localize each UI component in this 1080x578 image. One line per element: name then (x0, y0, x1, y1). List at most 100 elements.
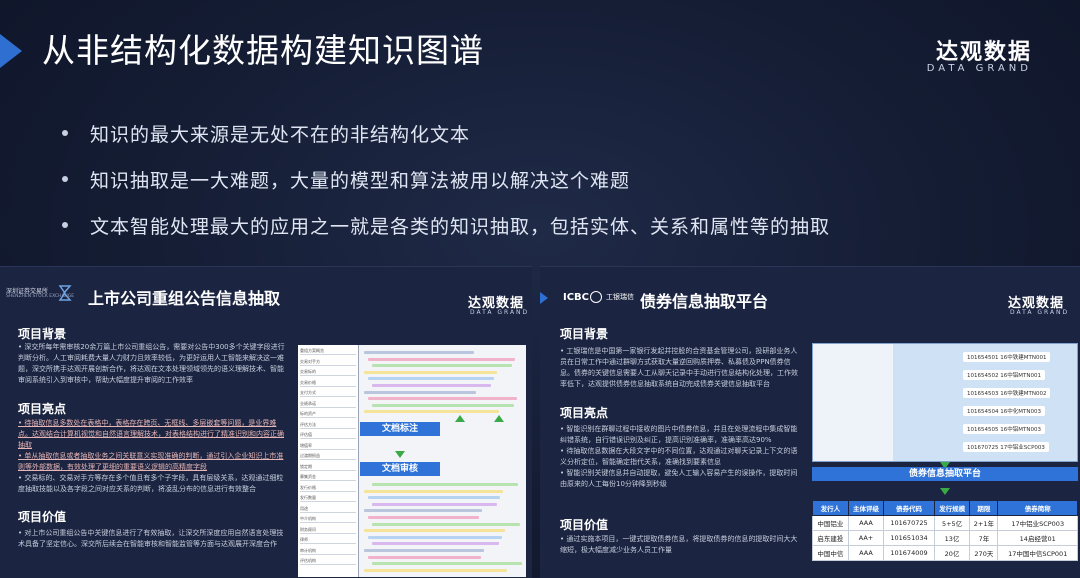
arrow-up-icon (494, 415, 504, 422)
szse-logo: 深圳证券交易所 SHENZHEN STOCK EXCHANGE (6, 286, 74, 308)
panel-brand-en: DATA GRAND (1010, 309, 1070, 316)
bullet-text: 知识抽取是一大难题，大量的模型和算法被用以解决这个难题 (90, 169, 631, 192)
table-cell: 中国铝业 (812, 515, 849, 531)
field-cell: 交易价格 (300, 380, 356, 387)
icbc-emblem-icon (590, 291, 602, 303)
bullet-item: 文本智能处理最大的应用之一就是各类的知识抽取，包括实体、关系和属性等的抽取 (62, 202, 1042, 248)
table-cell: AAA (847, 515, 885, 531)
field-cell: 募集资金 (300, 474, 356, 481)
section-title: 项目价值 (560, 518, 609, 532)
table-cell: 101651034 (883, 530, 935, 546)
chat-sidebar (813, 344, 893, 461)
section-title: 项目背景 (560, 327, 609, 341)
field-cell: 发行数量 (300, 495, 356, 502)
table-cell: 20亿 (933, 545, 971, 561)
field-cell: 锁定期 (300, 464, 356, 471)
doc-text-line (372, 562, 522, 566)
doc-text-line (368, 535, 502, 539)
platform-label: 债券信息抽取平台 (812, 467, 1078, 481)
doc-text-line (372, 522, 520, 526)
section-text: • 工银瑞信是中国第一家银行发起并控股的合资基金管理公司，投研部业务人员在日常工… (560, 347, 798, 388)
icbc-logo-cn: 工银瑞信 (606, 293, 634, 301)
section-title: 项目亮点 (560, 406, 609, 420)
doc-text-line (368, 377, 494, 381)
doc-review-label: 文档审核 (360, 462, 440, 476)
table-header-row: 发行人 主体评级 债券代码 发行规模 期限 债券简称 (812, 500, 1078, 516)
table-cell: 101674009 (883, 545, 935, 561)
doc-text-line (372, 384, 491, 387)
doc-text-line (364, 568, 507, 572)
column-header: 发行规模 (933, 500, 971, 516)
section-list: • 待抽取信息多数处在表格中，表格存在跨页、无框线、多层嵌套等问题，是业界难点。… (18, 419, 284, 493)
field-cell: 发行价格 (300, 485, 356, 492)
bullet-item: 知识的最大来源是无处不在的非结构化文本 (62, 110, 1042, 156)
section-title: 项目亮点 (18, 402, 67, 416)
doc-text-line (364, 489, 503, 493)
bond-info-table: 发行人 主体评级 债券代码 发行规模 期限 债券简称 中国铝业 AAA 1016… (812, 500, 1078, 561)
doc-text-line (364, 351, 474, 354)
brand-logo-en: DATA GRAND (926, 63, 1032, 74)
table-cell: 13亿 (933, 530, 971, 546)
table-cell: 7年 (969, 530, 999, 546)
chat-message: 101654502 16中铝MTN001 (963, 370, 1045, 380)
field-cell: 支付方式 (300, 390, 356, 397)
doc-text-line (364, 390, 476, 394)
arrow-down-icon (940, 488, 950, 495)
icbc-logo: ICBC (563, 292, 590, 303)
field-cell: 评估值 (300, 432, 356, 439)
chat-message: 101654503 16中铁建MTN002 (963, 388, 1051, 398)
panel-accent-triangle (540, 292, 548, 304)
field-cell: 交易对手方 (300, 359, 356, 366)
chat-message: 101654504 16中化MTN003 (963, 406, 1045, 416)
brand-logo-cn: 达观数据 (935, 40, 1032, 65)
field-cell: 标的资产 (300, 411, 356, 418)
arrow-up-icon (455, 415, 465, 422)
case-title-icbc: 债券信息抽取平台 (640, 292, 769, 311)
column-header: 债券简称 (997, 500, 1078, 516)
field-cell: 中介机构 (300, 516, 356, 523)
doc-text-line (364, 410, 499, 414)
bullet-text: 文本智能处理最大的应用之一就是各类的知识抽取，包括实体、关系和属性等的抽取 (90, 215, 831, 238)
table-cell: 5+5亿 (933, 515, 971, 531)
doc-text-line (364, 509, 482, 513)
doc-text-line (372, 542, 499, 546)
column-header: 债券代码 (883, 500, 935, 516)
table-cell: 17中铝业SCP003 (997, 515, 1078, 531)
bullet-dot-icon (62, 176, 68, 182)
column-header: 发行人 (812, 500, 849, 516)
section-text: • 深交所每年需审核20余万篇上市公司重组公告，需要对公告中300多个关键字段进… (18, 343, 285, 384)
case-title-szse: 上市公司重组公告信息抽取 (88, 289, 281, 308)
field-cell: 律师 (300, 537, 356, 544)
section-title: 项目背景 (18, 327, 67, 341)
table-cell: AAA (847, 545, 885, 561)
chat-message: 101670725 17中铝业SCP003 (963, 442, 1049, 452)
field-cell: 业绩承诺 (300, 401, 356, 408)
table-cell: 启东建投 (812, 530, 849, 546)
table-cell: 270天 (969, 545, 999, 561)
doc-text-line (368, 516, 479, 519)
table-cell: 14启经营01 (997, 530, 1078, 546)
doc-text-line (372, 502, 497, 506)
chat-message: 101654505 16中铝MTN003 (963, 424, 1045, 434)
table-cell: 17中国中信SCP001 (997, 545, 1078, 561)
bullet-list: 知识的最大来源是无处不在的非结构化文本 知识抽取是一大难题，大量的模型和算法被用… (62, 110, 1042, 248)
column-header: 期限 (969, 500, 999, 516)
document-screenshot: 重组方案概览 交易对手方 交易标的 交易价格 支付方式 业绩承诺 标的资产 评估方法 评估值 增值… (298, 345, 526, 577)
section-text: • 通过实施本项目，一键式提取债券信息，将提取债券的信息的提取时间大大缩短，极大… (560, 535, 798, 554)
doc-annotate-label: 文档标注 (360, 422, 440, 436)
doc-text-line (368, 357, 515, 361)
doc-text-line (364, 549, 484, 552)
doc-text-line (372, 403, 514, 407)
field-cell: 用途 (300, 506, 356, 513)
bullet-item: 知识抽取是一大难题，大量的模型和算法被用以解决这个难题 (62, 156, 1042, 202)
field-cell: 过渡期损益 (300, 453, 356, 460)
page-title: 从非结构化数据构建知识图谱 (42, 31, 484, 70)
table-row: 中国中信 AAA 101674009 20亿 270天 17中国中信SCP001 (812, 545, 1078, 561)
panel-brand-en: DATA GRAND (470, 309, 530, 316)
field-cell: 审计机构 (300, 548, 356, 555)
column-header: 主体评级 (847, 500, 885, 516)
field-cell: 评估机构 (300, 558, 356, 565)
section-title: 项目价值 (18, 510, 67, 524)
doc-text-line (368, 496, 500, 500)
field-cell: 评估方法 (300, 422, 356, 429)
